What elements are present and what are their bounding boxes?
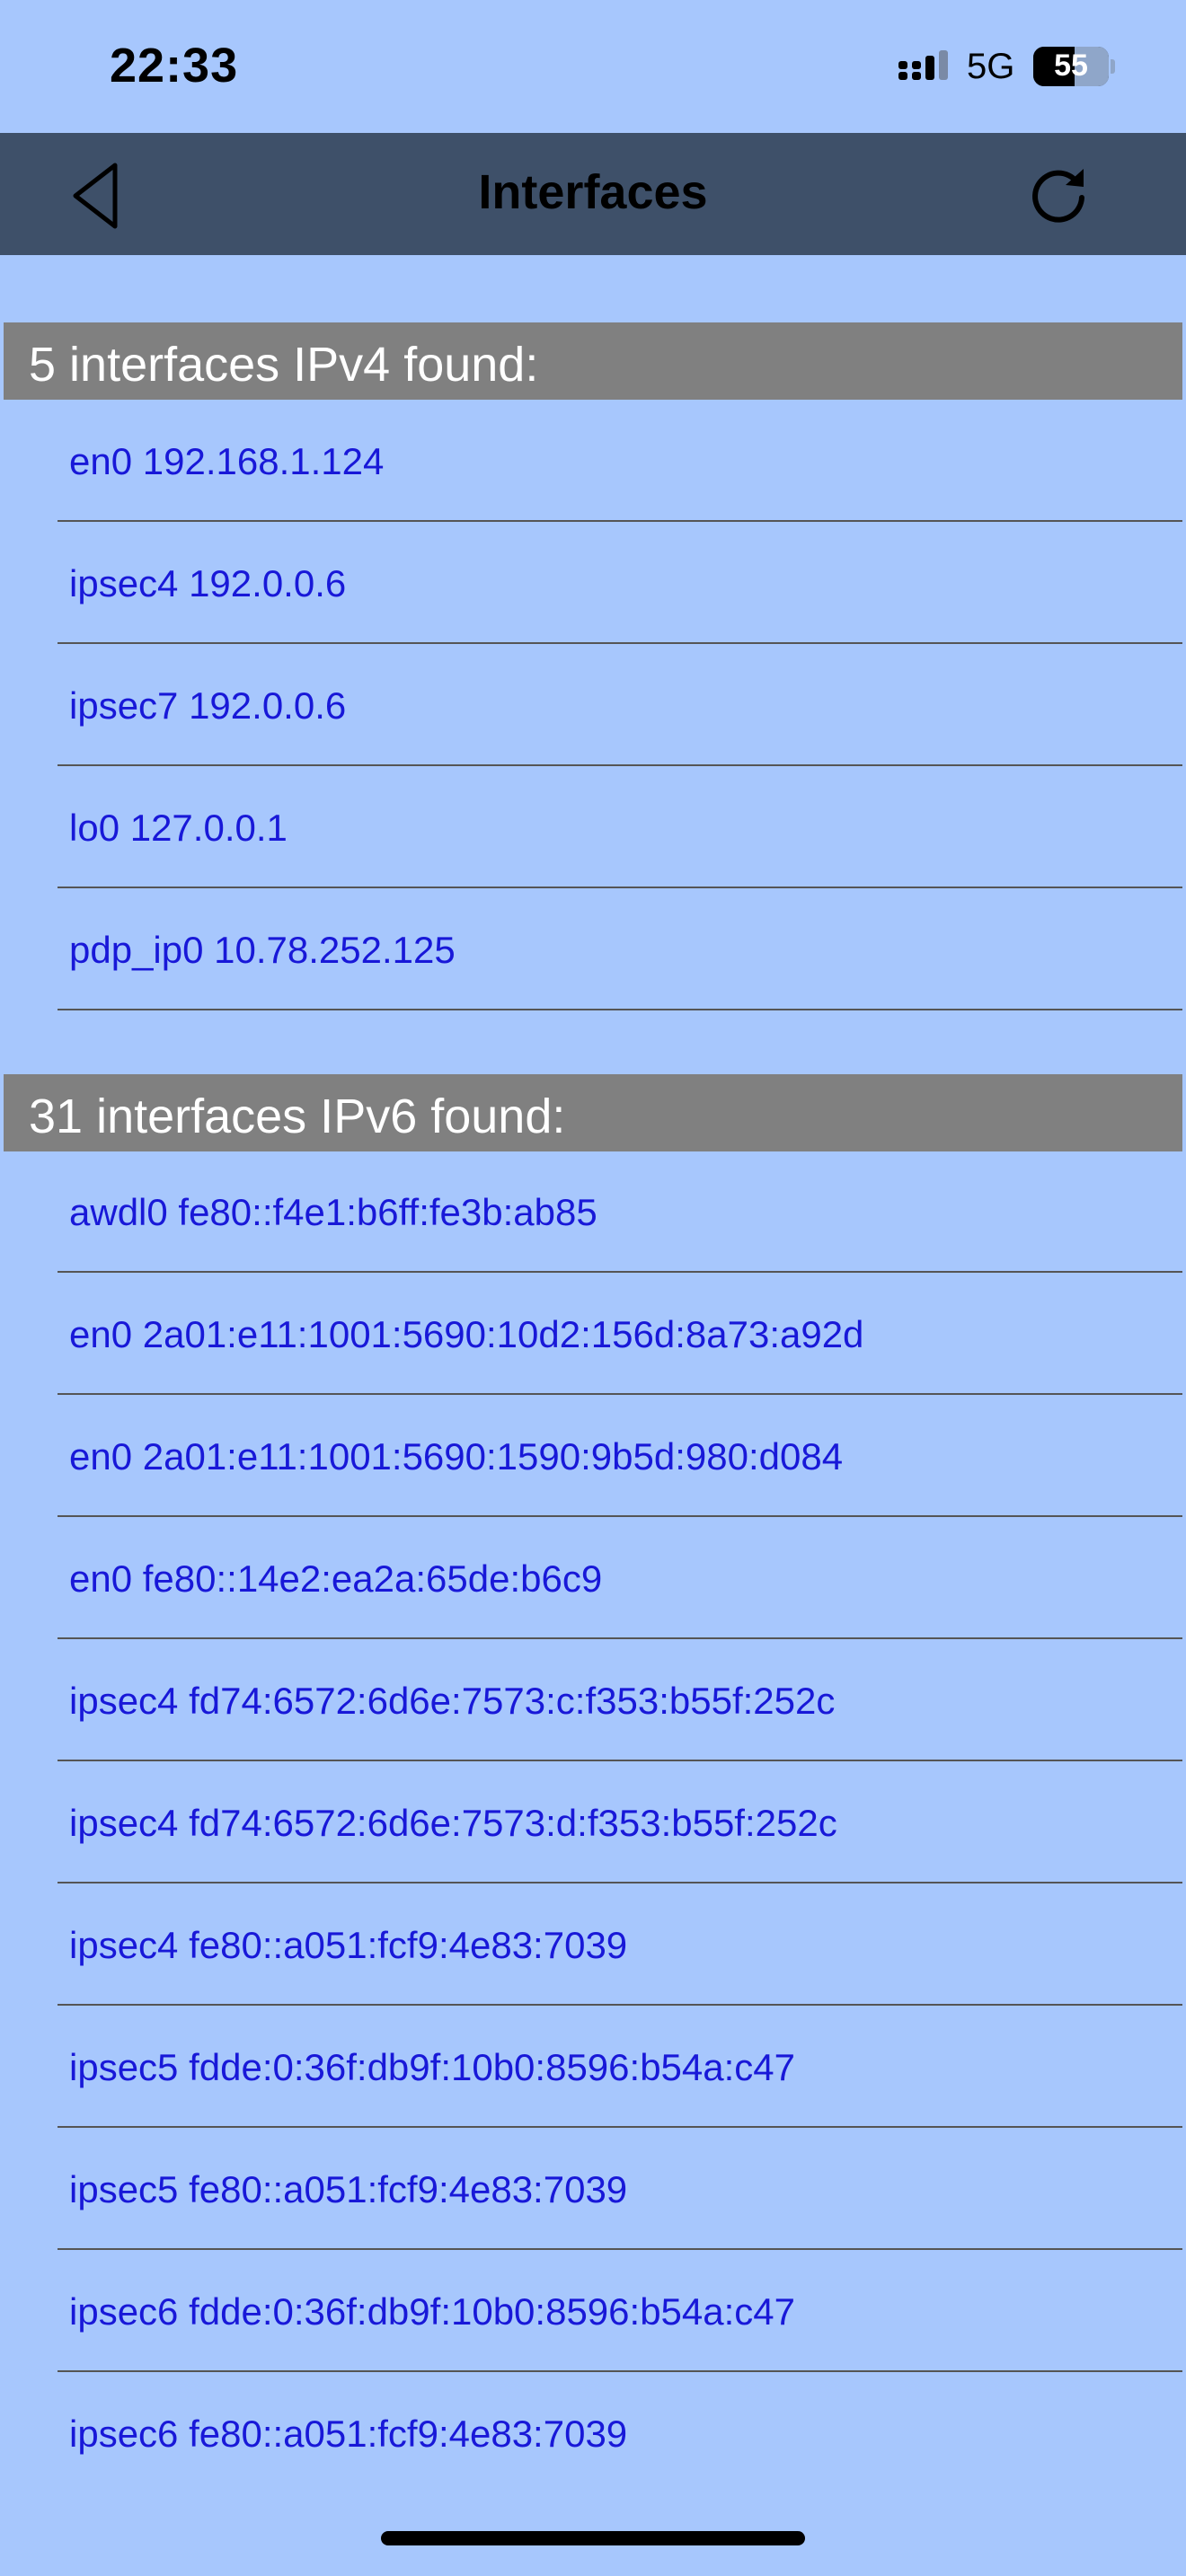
home-indicator[interactable] (381, 2531, 805, 2545)
list-item-label: pdp_ip0 10.78.252.125 (69, 929, 456, 971)
navigation-bar: Interfaces (0, 133, 1186, 255)
list-item-label: en0 2a01:e11:1001:5690:10d2:156d:8a73:a9… (69, 1313, 864, 1355)
list-item[interactable]: pdp_ip0 10.78.252.125 (58, 889, 1182, 1010)
list-item[interactable]: en0 2a01:e11:1001:5690:10d2:156d:8a73:a9… (58, 1274, 1182, 1395)
list-item-label: ipsec6 fdde:0:36f:db9f:10b0:8596:b54a:c4… (69, 2290, 796, 2333)
list-item-label: ipsec6 fe80::a051:fcf9:4e83:7039 (69, 2413, 628, 2455)
section-header-ipv4-label: 5 interfaces IPv4 found: (29, 338, 539, 392)
list-item-label: ipsec4 fd74:6572:6d6e:7573:d:f353:b55f:2… (69, 1802, 837, 1844)
list-item[interactable]: en0 2a01:e11:1001:5690:1590:9b5d:980:d08… (58, 1396, 1182, 1517)
list-item-label: ipsec5 fdde:0:36f:db9f:10b0:8596:b54a:c4… (69, 2046, 796, 2088)
list-item-label: ipsec7 192.0.0.6 (69, 684, 347, 727)
battery-level: 55 (1054, 49, 1088, 83)
status-bar: 22:33 5G 55 (0, 0, 1186, 133)
list-item-label: ipsec4 fd74:6572:6d6e:7573:c:f353:b55f:2… (69, 1680, 836, 1722)
list-item[interactable]: en0 192.168.1.124 (58, 401, 1182, 522)
list-item[interactable]: ipsec4 192.0.0.6 (58, 523, 1182, 644)
battery-icon: 55 (1033, 47, 1109, 86)
section-header-ipv6: 31 interfaces IPv6 found: (4, 1074, 1182, 1151)
page-title: Interfaces (478, 165, 708, 219)
list-item-label: en0 2a01:e11:1001:5690:1590:9b5d:980:d08… (69, 1435, 844, 1478)
status-time: 22:33 (110, 39, 239, 93)
section-header-ipv4: 5 interfaces IPv4 found: (4, 322, 1182, 400)
list-item-label: lo0 127.0.0.1 (69, 807, 288, 849)
list-item-label: ipsec4 fe80::a051:fcf9:4e83:7039 (69, 1924, 628, 1966)
section-header-ipv6-label: 31 interfaces IPv6 found: (29, 1090, 566, 1143)
list-item-label: ipsec4 192.0.0.6 (69, 562, 347, 604)
list-item[interactable]: ipsec4 fd74:6572:6d6e:7573:d:f353:b55f:2… (58, 1762, 1182, 1883)
list-item[interactable]: lo0 127.0.0.1 (58, 767, 1182, 888)
list-item-label: en0 fe80::14e2:ea2a:65de:b6c9 (69, 1557, 603, 1600)
refresh-icon[interactable] (1028, 163, 1089, 225)
list-item[interactable]: ipsec6 fdde:0:36f:db9f:10b0:8596:b54a:c4… (58, 2251, 1182, 2372)
cellular-signal-icon (898, 50, 948, 80)
list-item[interactable]: ipsec4 fe80::a051:fcf9:4e83:7039 (58, 1884, 1182, 2006)
list-item[interactable]: ipsec5 fe80::a051:fcf9:4e83:7039 (58, 2129, 1182, 2250)
list-item-label: awdl0 fe80::f4e1:b6ff:fe3b:ab85 (69, 1191, 597, 1233)
list-item[interactable]: awdl0 fe80::f4e1:b6ff:fe3b:ab85 (58, 1151, 1182, 1273)
network-type-label: 5G (967, 47, 1015, 86)
list-item[interactable]: ipsec7 192.0.0.6 (58, 645, 1182, 766)
list-item[interactable]: en0 fe80::14e2:ea2a:65de:b6c9 (58, 1518, 1182, 1639)
list-item[interactable]: ipsec6 fe80::a051:fcf9:4e83:7039 (58, 2373, 1182, 2494)
battery-tip (1111, 59, 1115, 74)
list-item-label: ipsec5 fe80::a051:fcf9:4e83:7039 (69, 2168, 628, 2210)
list-item-label: en0 192.168.1.124 (69, 440, 385, 482)
list-item[interactable]: ipsec5 fdde:0:36f:db9f:10b0:8596:b54a:c4… (58, 2007, 1182, 2128)
list-item[interactable]: ipsec4 fd74:6572:6d6e:7573:c:f353:b55f:2… (58, 1640, 1182, 1761)
